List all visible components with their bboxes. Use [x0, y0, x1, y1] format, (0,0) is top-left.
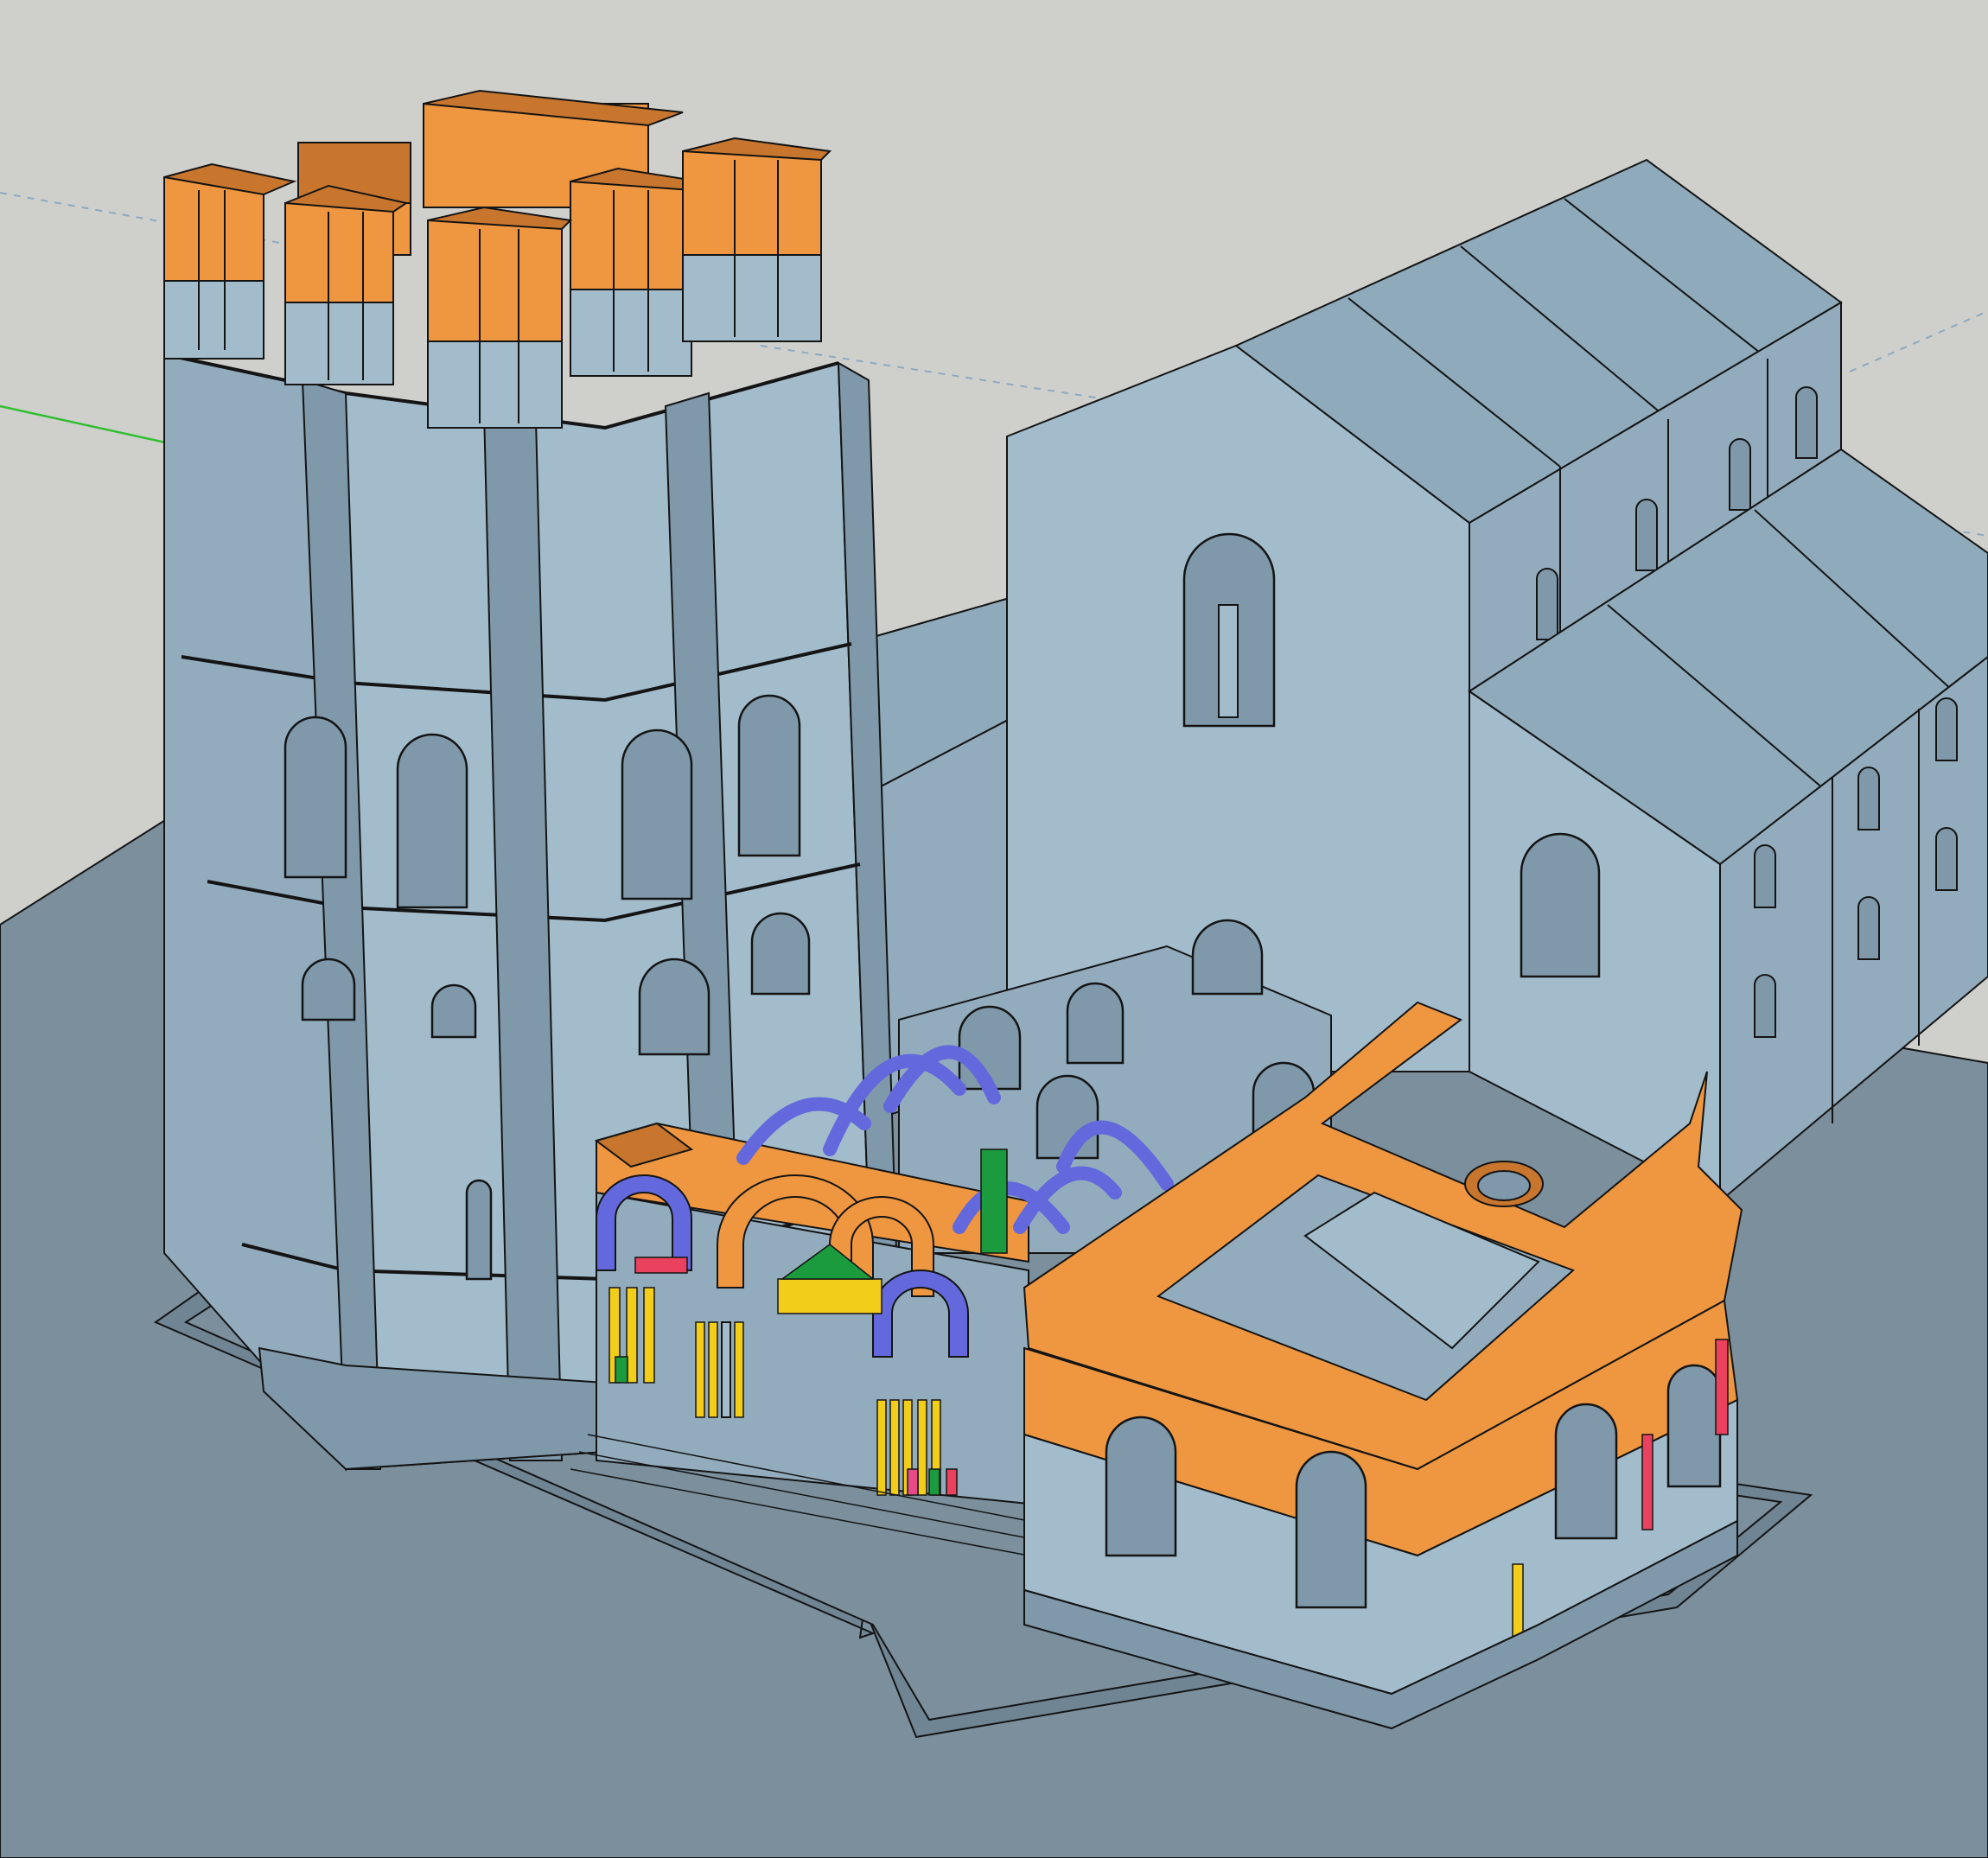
pink-pier-2 — [1641, 1434, 1653, 1530]
gable-opening-column — [1218, 604, 1239, 718]
gable-opening-lower — [1520, 832, 1601, 978]
arcade-opening-2 — [1295, 1450, 1367, 1609]
lintel-pink — [634, 1257, 688, 1274]
tower-arch-lower-4 — [750, 912, 811, 996]
arcade-opening-4 — [1666, 1364, 1722, 1488]
tower-window-1 — [284, 716, 347, 879]
oculus-inner — [1477, 1170, 1531, 1201]
tower-window-4 — [737, 694, 801, 857]
pinnacle-6 — [682, 137, 832, 342]
aisle-window-6 — [1935, 827, 1958, 891]
pinnacle-5 — [570, 167, 703, 377]
pinnacle-7 — [427, 206, 573, 429]
clerestory-window-3 — [1729, 438, 1751, 511]
cloister-arch-3 — [1191, 919, 1264, 996]
aisle-window-3 — [1935, 697, 1958, 761]
aisle-window-4 — [1754, 974, 1776, 1038]
clerestory-window-4 — [1795, 386, 1818, 459]
green-column-bg — [980, 1149, 1008, 1254]
3d-scene[interactable] — [0, 0, 1988, 1858]
clerestory-window-1 — [1536, 568, 1558, 640]
arcade-opening-3 — [1554, 1403, 1618, 1540]
tower-arch-lower-2 — [430, 983, 477, 1039]
pink-pier-1 — [1715, 1339, 1729, 1435]
tower-slit-window — [465, 1179, 493, 1281]
clerestory-window-2 — [1635, 499, 1658, 571]
arcade-opening-1 — [1105, 1416, 1177, 1557]
modeling-viewport[interactable] — [0, 0, 1988, 1858]
tower-window-2 — [396, 733, 468, 909]
aisle-window-1 — [1754, 844, 1776, 908]
tower-arch-lower-1 — [301, 958, 356, 1021]
aisle-window-2 — [1857, 767, 1880, 830]
cloister-arch-2 — [1066, 982, 1125, 1065]
aisle-window-5 — [1857, 896, 1880, 960]
pinnacle-4 — [284, 184, 409, 385]
tower-arch-lower-3 — [638, 958, 710, 1056]
tower-window-3 — [621, 729, 693, 900]
tympanum-yellow — [777, 1278, 882, 1314]
